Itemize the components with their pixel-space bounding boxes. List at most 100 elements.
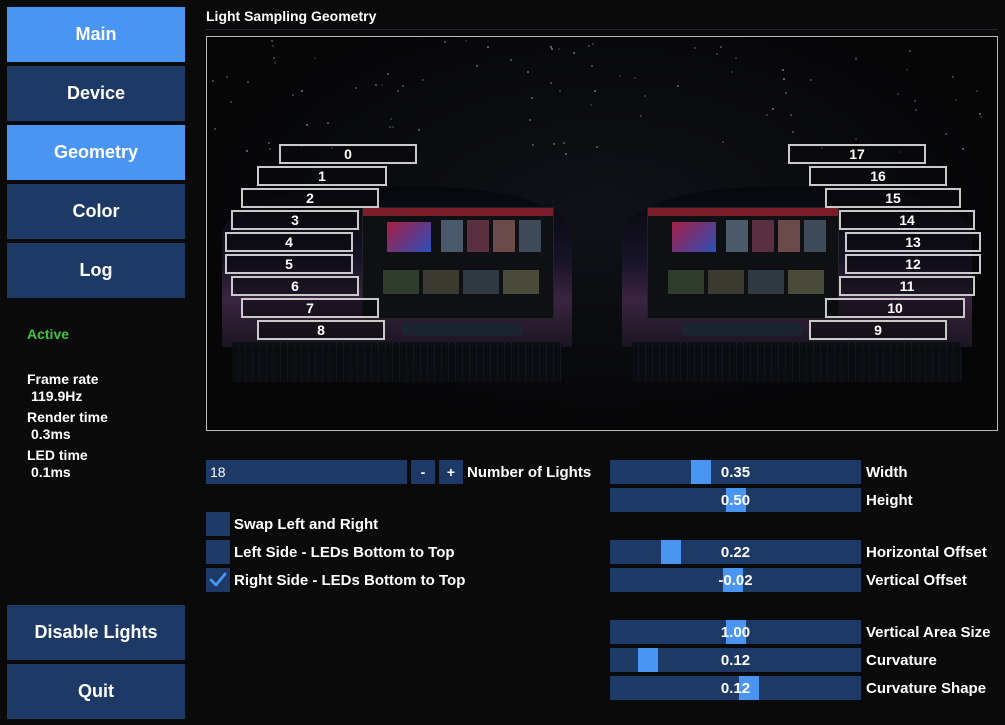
increment-lights-button[interactable]: + xyxy=(439,460,463,484)
led-box-2: 2 xyxy=(241,188,379,208)
star xyxy=(694,47,696,49)
star xyxy=(909,50,911,52)
nav-main-button[interactable]: Main xyxy=(7,7,185,62)
render-time-value: 0.3ms xyxy=(31,426,71,442)
star xyxy=(979,113,981,115)
star xyxy=(418,129,420,131)
led-box-1: 1 xyxy=(257,166,387,186)
star xyxy=(591,65,593,67)
star xyxy=(214,128,216,130)
led-box-3: 3 xyxy=(231,210,359,230)
star xyxy=(531,97,533,99)
led-box-13: 13 xyxy=(845,232,981,252)
star xyxy=(271,40,273,42)
right-side-bottom-to-top-label: Right Side - LEDs Bottom to Top xyxy=(234,572,466,589)
height-slider[interactable]: 0.50 xyxy=(610,488,861,512)
star xyxy=(422,79,424,81)
nav-geometry-button[interactable]: Geometry xyxy=(7,125,185,180)
star xyxy=(563,142,565,144)
vertical-offset-label: Vertical Offset xyxy=(866,572,967,589)
left-side-bottom-to-top-checkbox[interactable] xyxy=(206,540,230,564)
title-divider xyxy=(206,29,998,30)
star xyxy=(722,141,724,143)
star xyxy=(212,80,214,82)
swap-left-right-checkbox[interactable] xyxy=(206,512,230,536)
disable-lights-button[interactable]: Disable Lights xyxy=(7,605,185,660)
left-side-bottom-to-top-label: Left Side - LEDs Bottom to Top xyxy=(234,544,455,561)
status-text: Active xyxy=(27,326,70,342)
star xyxy=(565,153,567,155)
led-box-17: 17 xyxy=(788,144,926,164)
nav-device-button[interactable]: Device xyxy=(7,66,185,121)
star xyxy=(640,115,642,117)
star xyxy=(792,131,794,133)
horizontal-offset-label: Horizontal Offset xyxy=(866,544,987,561)
star xyxy=(550,46,552,48)
star xyxy=(273,57,275,59)
star xyxy=(677,85,679,87)
star xyxy=(976,90,978,92)
slider-value: -0.02 xyxy=(718,571,753,589)
star xyxy=(527,71,529,73)
star xyxy=(588,45,590,47)
star xyxy=(558,48,560,50)
star xyxy=(402,85,404,87)
star xyxy=(785,92,787,94)
right-side-bottom-to-top-checkbox[interactable] xyxy=(206,568,230,592)
star xyxy=(532,144,534,146)
curvature-shape-slider[interactable]: 0.12 xyxy=(610,676,861,700)
star xyxy=(619,75,621,77)
star xyxy=(644,95,646,97)
star xyxy=(444,41,446,43)
decrement-lights-button[interactable]: - xyxy=(411,460,435,484)
star xyxy=(962,148,964,150)
slider-value: 1.00 xyxy=(720,623,751,641)
vertical-offset-slider[interactable]: -0.02 xyxy=(610,568,861,592)
star xyxy=(782,69,784,71)
led-box-7: 7 xyxy=(241,298,379,318)
star xyxy=(314,57,316,59)
led-box-8: 8 xyxy=(257,320,385,340)
led-box-5: 5 xyxy=(225,254,353,274)
star xyxy=(381,84,383,86)
slider-value: 0.22 xyxy=(720,543,751,561)
width-slider[interactable]: 0.35 xyxy=(610,460,861,484)
number-of-lights-input[interactable]: 18 xyxy=(206,460,407,484)
quit-button[interactable]: Quit xyxy=(7,664,185,719)
star xyxy=(274,62,276,64)
vertical-area-size-slider[interactable]: 1.00 xyxy=(610,620,861,644)
star xyxy=(269,148,271,150)
slider-value: 0.50 xyxy=(720,491,751,509)
star xyxy=(980,116,982,118)
star xyxy=(594,90,596,92)
star xyxy=(390,118,392,120)
star xyxy=(230,101,232,103)
star xyxy=(301,90,303,92)
star xyxy=(387,73,389,75)
slider-value: 0.12 xyxy=(720,679,751,697)
curvature-shape-label: Curvature Shape xyxy=(866,680,987,697)
geometry-preview: 0 1 2 3 4 5 6 7 8 17 16 15 14 13 12 11 1… xyxy=(206,36,998,431)
star xyxy=(551,48,553,50)
led-box-9: 9 xyxy=(809,320,947,340)
star xyxy=(897,93,899,95)
star xyxy=(327,122,329,124)
frame-rate-label: Frame rate xyxy=(27,371,99,387)
led-box-15: 15 xyxy=(825,188,961,208)
led-box-16: 16 xyxy=(809,166,947,186)
star xyxy=(272,45,274,47)
star xyxy=(375,84,377,86)
star xyxy=(772,108,774,110)
nav-color-button[interactable]: Color xyxy=(7,184,185,239)
star xyxy=(596,146,598,148)
horizontal-offset-slider[interactable]: 0.22 xyxy=(610,540,861,564)
curvature-slider[interactable]: 0.12 xyxy=(610,648,861,672)
nav-log-button[interactable]: Log xyxy=(7,243,185,298)
star xyxy=(735,57,737,59)
star xyxy=(914,100,916,102)
star xyxy=(397,90,399,92)
star xyxy=(487,46,489,48)
star xyxy=(590,104,592,106)
star xyxy=(783,78,785,80)
led-time-value: 0.1ms xyxy=(31,464,71,480)
